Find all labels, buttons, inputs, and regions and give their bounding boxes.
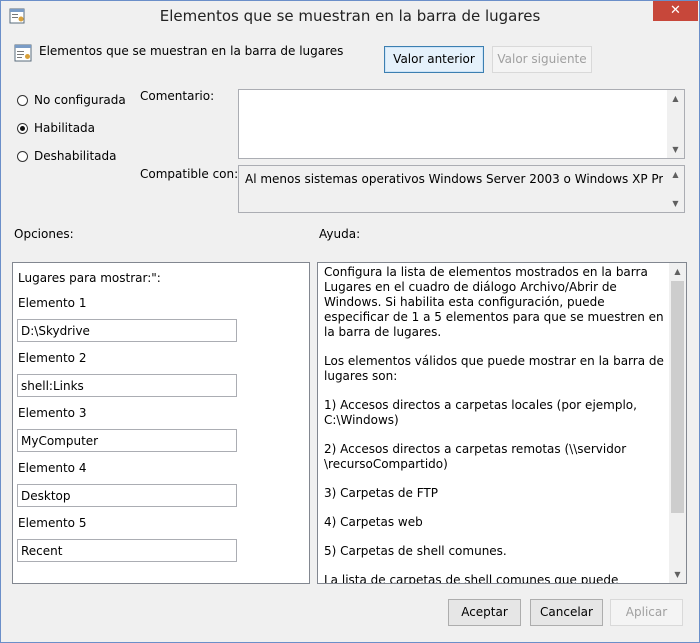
scroll-up-icon[interactable]: ▲ bbox=[669, 263, 686, 280]
radio-circle bbox=[17, 122, 28, 134]
policy-icon bbox=[14, 44, 32, 62]
options-label: Opciones: bbox=[14, 227, 74, 241]
radio-enabled[interactable]: Habilitada bbox=[17, 121, 95, 135]
ok-label: Aceptar bbox=[461, 605, 508, 619]
item-label: Elemento 5 bbox=[18, 516, 87, 530]
item-1-input[interactable]: D:\Skydrive bbox=[17, 319, 237, 342]
radio-disabled[interactable]: Deshabilitada bbox=[17, 149, 116, 163]
item-2-input[interactable]: shell:Links bbox=[17, 374, 237, 397]
help-paragraph: 3) Carpetas de FTP bbox=[324, 486, 438, 500]
item-4-input[interactable]: Desktop bbox=[17, 484, 237, 507]
help-label: Ayuda: bbox=[319, 227, 361, 241]
close-button[interactable]: ✕ bbox=[653, 1, 698, 21]
scroll-thumb[interactable] bbox=[671, 281, 684, 513]
help-paragraph: 4) Carpetas web bbox=[324, 515, 423, 529]
policy-dialog: Elementos que se muestran en la barra de… bbox=[0, 0, 700, 643]
previous-setting-button[interactable]: Valor anterior bbox=[384, 46, 484, 73]
item-5-input[interactable]: Recent bbox=[17, 539, 237, 562]
scroll-down-icon[interactable]: ▼ bbox=[667, 141, 684, 158]
radio-circle bbox=[17, 94, 28, 106]
item-3-input[interactable]: MyComputer bbox=[17, 429, 237, 452]
scroll-down-icon[interactable]: ▼ bbox=[667, 195, 684, 212]
help-text: Configura la lista de elementos mostrado… bbox=[324, 265, 668, 584]
help-paragraph: Configura la lista de elementos mostrado… bbox=[324, 265, 664, 339]
window-title: Elementos que se muestran en la barra de… bbox=[159, 7, 541, 25]
item-label: Elemento 1 bbox=[18, 296, 87, 310]
policy-name: Elementos que se muestran en la barra de… bbox=[39, 44, 344, 58]
help-paragraph: Los elementos válidos que puede mostrar … bbox=[324, 354, 664, 383]
item-label: Elemento 4 bbox=[18, 461, 87, 475]
help-panel: Configura la lista de elementos mostrado… bbox=[317, 262, 687, 584]
scroll-up-icon[interactable]: ▲ bbox=[667, 90, 684, 107]
title-bar: Elementos que se muestran en la barra de… bbox=[1, 1, 699, 31]
help-paragraph: 2) Accesos directos a carpetas remotas (… bbox=[324, 442, 627, 471]
next-setting-button[interactable]: Valor siguiente bbox=[492, 46, 592, 73]
apply-button[interactable]: Aplicar bbox=[610, 599, 683, 626]
ok-button[interactable]: Aceptar bbox=[448, 599, 521, 626]
scroll-up-icon[interactable]: ▲ bbox=[667, 166, 684, 183]
radio-not-configured[interactable]: No configurada bbox=[17, 93, 126, 107]
item-label: Elemento 3 bbox=[18, 406, 87, 420]
options-heading: Lugares para mostrar:": bbox=[18, 271, 161, 285]
compat-scrollbar[interactable]: ▲ ▼ bbox=[667, 166, 684, 212]
comment-label: Comentario: bbox=[140, 89, 215, 103]
options-panel: Lugares para mostrar:": Elemento 1 D:\Sk… bbox=[12, 262, 310, 584]
previous-setting-label: Valor anterior bbox=[393, 52, 475, 66]
radio-circle bbox=[17, 150, 28, 162]
comment-scrollbar[interactable]: ▲ ▼ bbox=[667, 90, 684, 158]
radio-label: Habilitada bbox=[34, 121, 96, 135]
compat-value: Al menos sistemas operativos Windows Ser… bbox=[245, 172, 663, 186]
close-icon: ✕ bbox=[670, 3, 681, 18]
scroll-down-icon[interactable]: ▼ bbox=[669, 566, 686, 583]
item-label: Elemento 2 bbox=[18, 351, 87, 365]
cancel-label: Cancelar bbox=[540, 605, 593, 619]
help-paragraph: 5) Carpetas de shell comunes. bbox=[324, 544, 507, 558]
compat-field: Al menos sistemas operativos Windows Ser… bbox=[238, 165, 685, 213]
help-scrollbar[interactable]: ▲ ▼ bbox=[669, 263, 686, 583]
radio-label: Deshabilitada bbox=[34, 149, 117, 163]
compat-label: Compatible con: bbox=[140, 167, 239, 181]
cancel-button[interactable]: Cancelar bbox=[530, 599, 603, 626]
comment-textarea[interactable]: ▲ ▼ bbox=[238, 89, 685, 159]
next-setting-label: Valor siguiente bbox=[497, 52, 587, 66]
help-paragraph: 1) Accesos directos a carpetas locales (… bbox=[324, 398, 637, 427]
help-paragraph: La lista de carpetas de shell comunes qu… bbox=[324, 573, 619, 584]
apply-label: Aplicar bbox=[625, 605, 668, 619]
radio-label: No configurada bbox=[34, 93, 126, 107]
radio-dot bbox=[20, 125, 25, 131]
